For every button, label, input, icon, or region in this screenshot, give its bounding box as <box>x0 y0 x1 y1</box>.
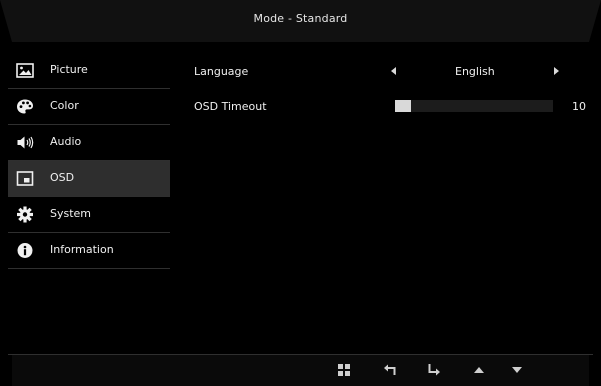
title-bar-right-edge <box>589 0 601 42</box>
speaker-icon <box>17 136 34 149</box>
language-label: Language <box>194 65 249 78</box>
sidebar-item-information[interactable]: Information <box>8 233 170 269</box>
title-bar-left-edge <box>0 0 12 42</box>
sidebar-item-label: Audio <box>50 135 82 148</box>
osd-timeout-slider[interactable] <box>395 100 553 112</box>
up-arrow-icon[interactable] <box>472 363 486 377</box>
sidebar-item-audio[interactable]: Audio <box>8 125 170 161</box>
title-bar: Mode - Standard <box>0 0 601 42</box>
footer-bar <box>12 355 589 386</box>
sidebar-item-picture[interactable]: Picture <box>8 53 170 89</box>
picture-icon <box>16 63 34 78</box>
osd-timeout-label: OSD Timeout <box>194 100 267 113</box>
mode-title: Mode - Standard <box>253 12 348 25</box>
language-left-arrow-icon[interactable] <box>391 67 396 75</box>
enter-icon[interactable] <box>427 363 441 377</box>
menu-grid-icon[interactable] <box>337 363 351 377</box>
info-icon <box>17 243 33 258</box>
language-value[interactable]: English <box>455 65 495 78</box>
osd-menu: Mode - Standard Picture Color Audio OSD … <box>0 0 601 386</box>
sidebar-item-osd[interactable]: OSD <box>8 161 170 197</box>
palette-icon <box>17 99 33 114</box>
sidebar-item-label: OSD <box>50 171 75 184</box>
sidebar-menu: Picture Color Audio OSD System Informati… <box>8 53 170 269</box>
sidebar-item-label: Information <box>50 243 114 256</box>
sidebar-item-label: Picture <box>50 63 88 76</box>
down-arrow-icon[interactable] <box>510 363 524 377</box>
osd-timeout-slider-fill <box>395 100 411 112</box>
language-right-arrow-icon[interactable] <box>554 67 559 75</box>
gear-icon <box>17 206 33 223</box>
sidebar-item-system[interactable]: System <box>8 197 170 233</box>
back-icon[interactable] <box>383 363 397 377</box>
sidebar-item-label: System <box>50 207 92 220</box>
osd-window-icon <box>16 171 34 186</box>
osd-timeout-value: 10 <box>572 100 586 113</box>
sidebar-item-label: Color <box>50 99 79 112</box>
sidebar-item-color[interactable]: Color <box>8 89 170 125</box>
